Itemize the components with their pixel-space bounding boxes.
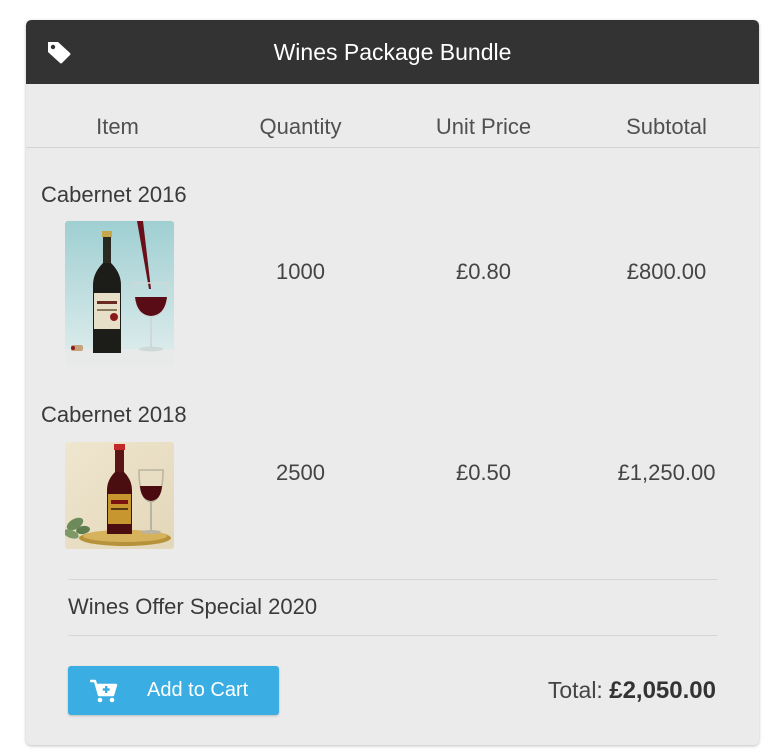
item-name: Cabernet 2018 [41,402,187,427]
order-total: Total: £2,050.00 [548,672,716,709]
offer-name: Wines Offer Special 2020 [68,594,318,619]
subtotal-value: £1,250.00 [617,460,716,485]
column-header-subtotal: Subtotal [626,114,707,139]
subtotal-value: £800.00 [626,259,707,284]
item-name: Cabernet 2016 [41,182,187,207]
total-value: £2,050.00 [609,677,716,704]
unit-price-value: £0.80 [455,259,512,284]
quantity-value: 2500 [276,460,325,485]
cart-add-icon [90,679,118,703]
add-to-cart-button[interactable]: Add to Cart [68,666,279,715]
quantity-value: 1000 [276,259,325,284]
table-header: Item Quantity Unit Price Subtotal [26,112,759,148]
card-header: Wines Package Bundle [26,20,759,84]
total-label: Total: [547,677,603,703]
card-title: Wines Package Bundle [273,39,512,65]
bundle-card: Wines Package Bundle Item Quantity Unit … [26,20,759,745]
header-divider [26,147,759,148]
add-to-cart-label: Add to Cart [147,679,249,701]
divider [68,635,717,636]
column-header-quantity: Quantity [259,114,342,139]
unit-price-value: £0.50 [455,460,512,485]
divider [68,579,717,580]
column-header-unit-price: Unit Price [435,114,532,139]
wine-bottle-glass-photo [65,221,174,367]
wine-bottle-tray-photo [65,442,174,549]
column-header-item: Item [96,114,139,139]
